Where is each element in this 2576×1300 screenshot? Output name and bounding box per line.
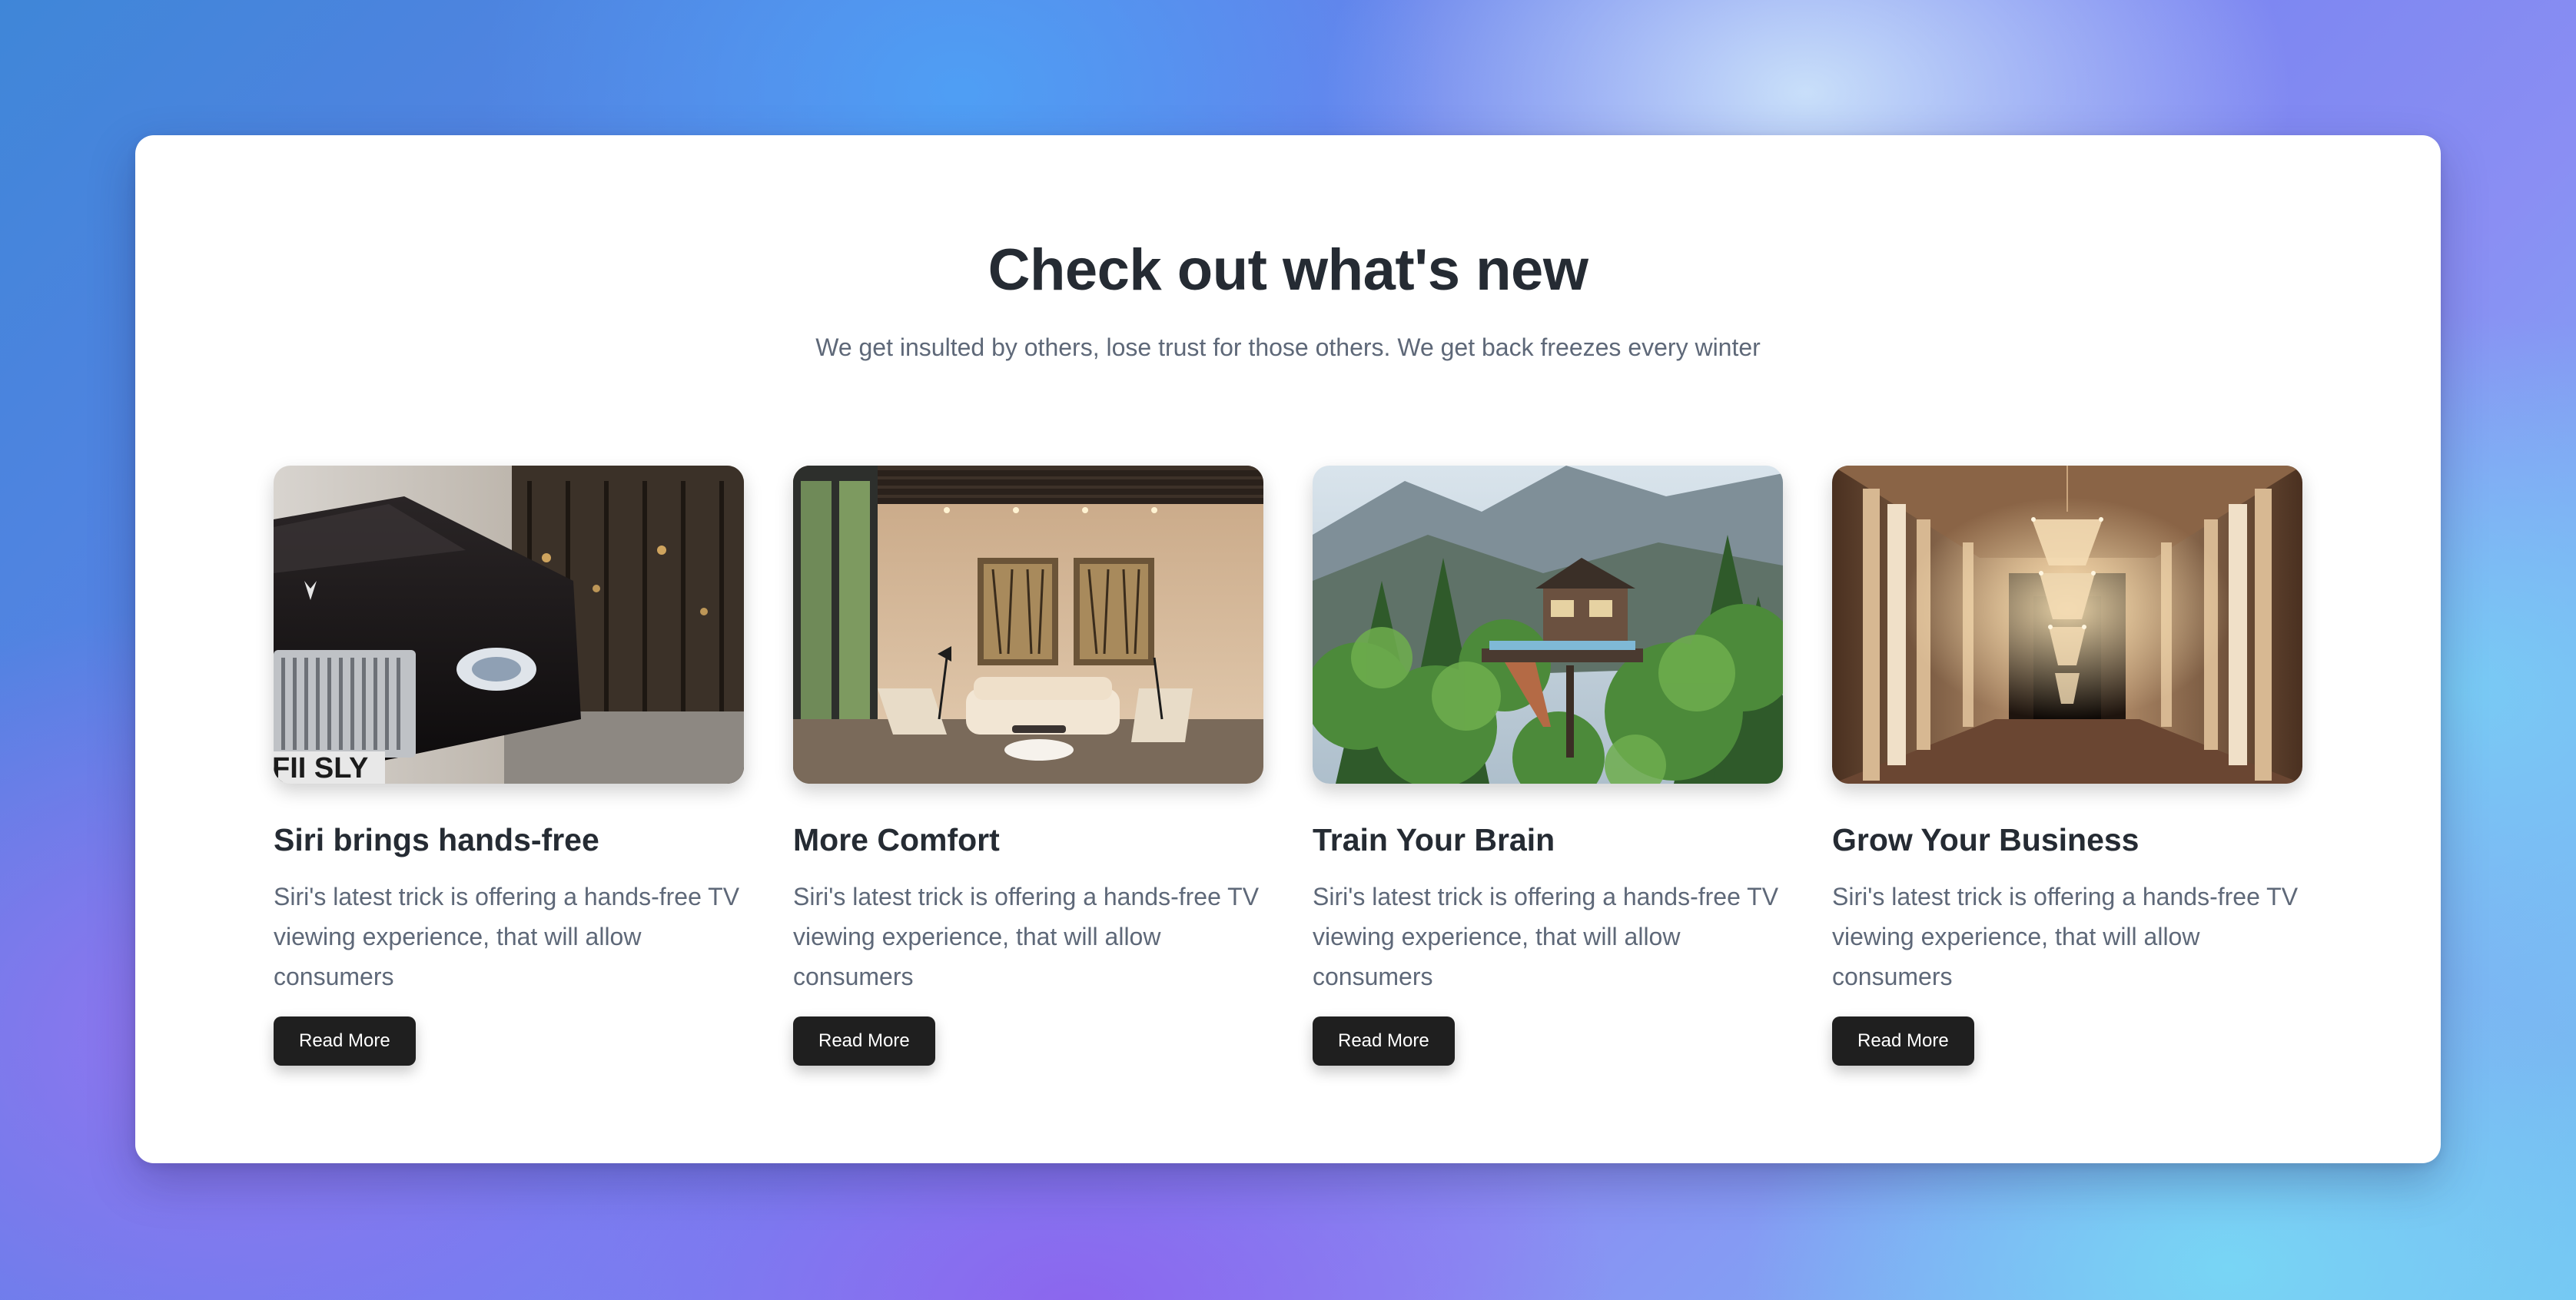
- license-plate-text: FII SLY: [274, 752, 368, 784]
- articles-grid: FII SLY Siri brings hands-free Siri's la…: [274, 466, 2304, 1080]
- article-card: FII SLY Siri brings hands-free Siri's la…: [274, 466, 744, 1080]
- article-card: More Comfort Siri's latest trick is offe…: [793, 466, 1263, 1080]
- luxury-car-image: FII SLY: [274, 466, 744, 784]
- article-title: Train Your Brain: [1313, 822, 1555, 857]
- article-card: Grow Your Business Siri's latest trick i…: [1832, 466, 2302, 1080]
- forest-treehouse-photo[interactable]: [1313, 466, 1783, 784]
- lounge-interior-image: [793, 466, 1263, 784]
- article-title: Siri brings hands-free: [274, 822, 599, 857]
- lounge-interior-photo[interactable]: [793, 466, 1263, 784]
- article-description: Siri's latest trick is offering a hands-…: [1313, 883, 1779, 990]
- article-description: Siri's latest trick is offering a hands-…: [1832, 883, 2299, 990]
- news-card: Check out what's new We get insulted by …: [135, 135, 2441, 1163]
- chandelier-hallway-photo[interactable]: [1832, 466, 2302, 784]
- section-subtitle: We get insulted by others, lose trust fo…: [815, 333, 1761, 361]
- luxury-car-photo[interactable]: FII SLY: [274, 466, 744, 784]
- read-more-button[interactable]: Read More: [1313, 1016, 1455, 1066]
- article-title: More Comfort: [793, 822, 1000, 857]
- article-title: Grow Your Business: [1832, 822, 2139, 857]
- article-description: Siri's latest trick is offering a hands-…: [793, 883, 1260, 990]
- article-description: Siri's latest trick is offering a hands-…: [274, 883, 740, 990]
- read-more-button[interactable]: Read More: [793, 1016, 935, 1066]
- read-more-button[interactable]: Read More: [274, 1016, 416, 1066]
- section-title: Check out what's new: [988, 237, 1588, 303]
- forest-treehouse-image: [1313, 466, 1783, 784]
- chandelier-hallway-image: [1832, 466, 2302, 784]
- read-more-button[interactable]: Read More: [1832, 1016, 1974, 1066]
- article-card: Train Your Brain Siri's latest trick is …: [1313, 466, 1783, 1080]
